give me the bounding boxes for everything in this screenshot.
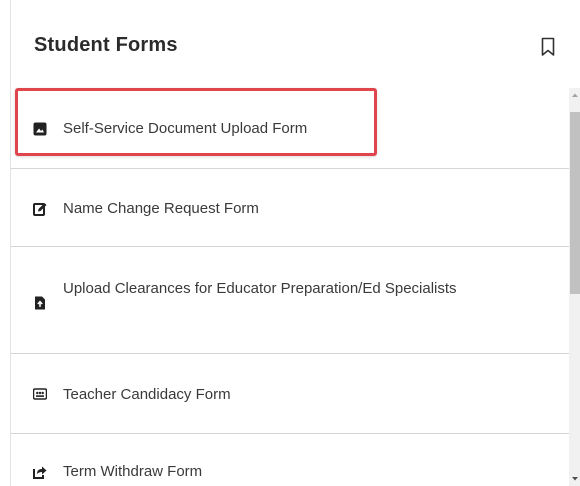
list-item[interactable]: Upload Clearances for Educator Preparati… (11, 247, 569, 354)
bookmark-icon[interactable] (541, 37, 555, 57)
edit-icon (33, 203, 47, 216)
list-item-label: Name Change Request Form (63, 200, 259, 217)
panel-header: Student Forms (11, 0, 580, 92)
highlight-box (15, 88, 377, 156)
list-item[interactable]: Term Withdraw Form (11, 434, 569, 486)
list-item-label: Term Withdraw Form (63, 463, 203, 480)
file-upload-icon (35, 296, 45, 310)
share-arrow-icon (33, 466, 47, 479)
scroll-down-icon[interactable] (569, 472, 580, 486)
student-forms-panel: Student Forms Self-Service Document Uplo… (10, 0, 580, 486)
scrollbar-thumb[interactable] (570, 112, 580, 294)
scrollbar[interactable] (569, 88, 580, 486)
scroll-up-icon[interactable] (569, 88, 580, 102)
id-card-icon (33, 388, 47, 400)
list-item-label: Teacher Candidacy Form (63, 386, 231, 403)
list-item[interactable]: Teacher Candidacy Form (11, 354, 569, 434)
page-title: Student Forms (34, 34, 178, 56)
list-item-label: Upload Clearances for Educator Preparati… (63, 280, 457, 297)
list-item[interactable]: Name Change Request Form (11, 169, 569, 247)
